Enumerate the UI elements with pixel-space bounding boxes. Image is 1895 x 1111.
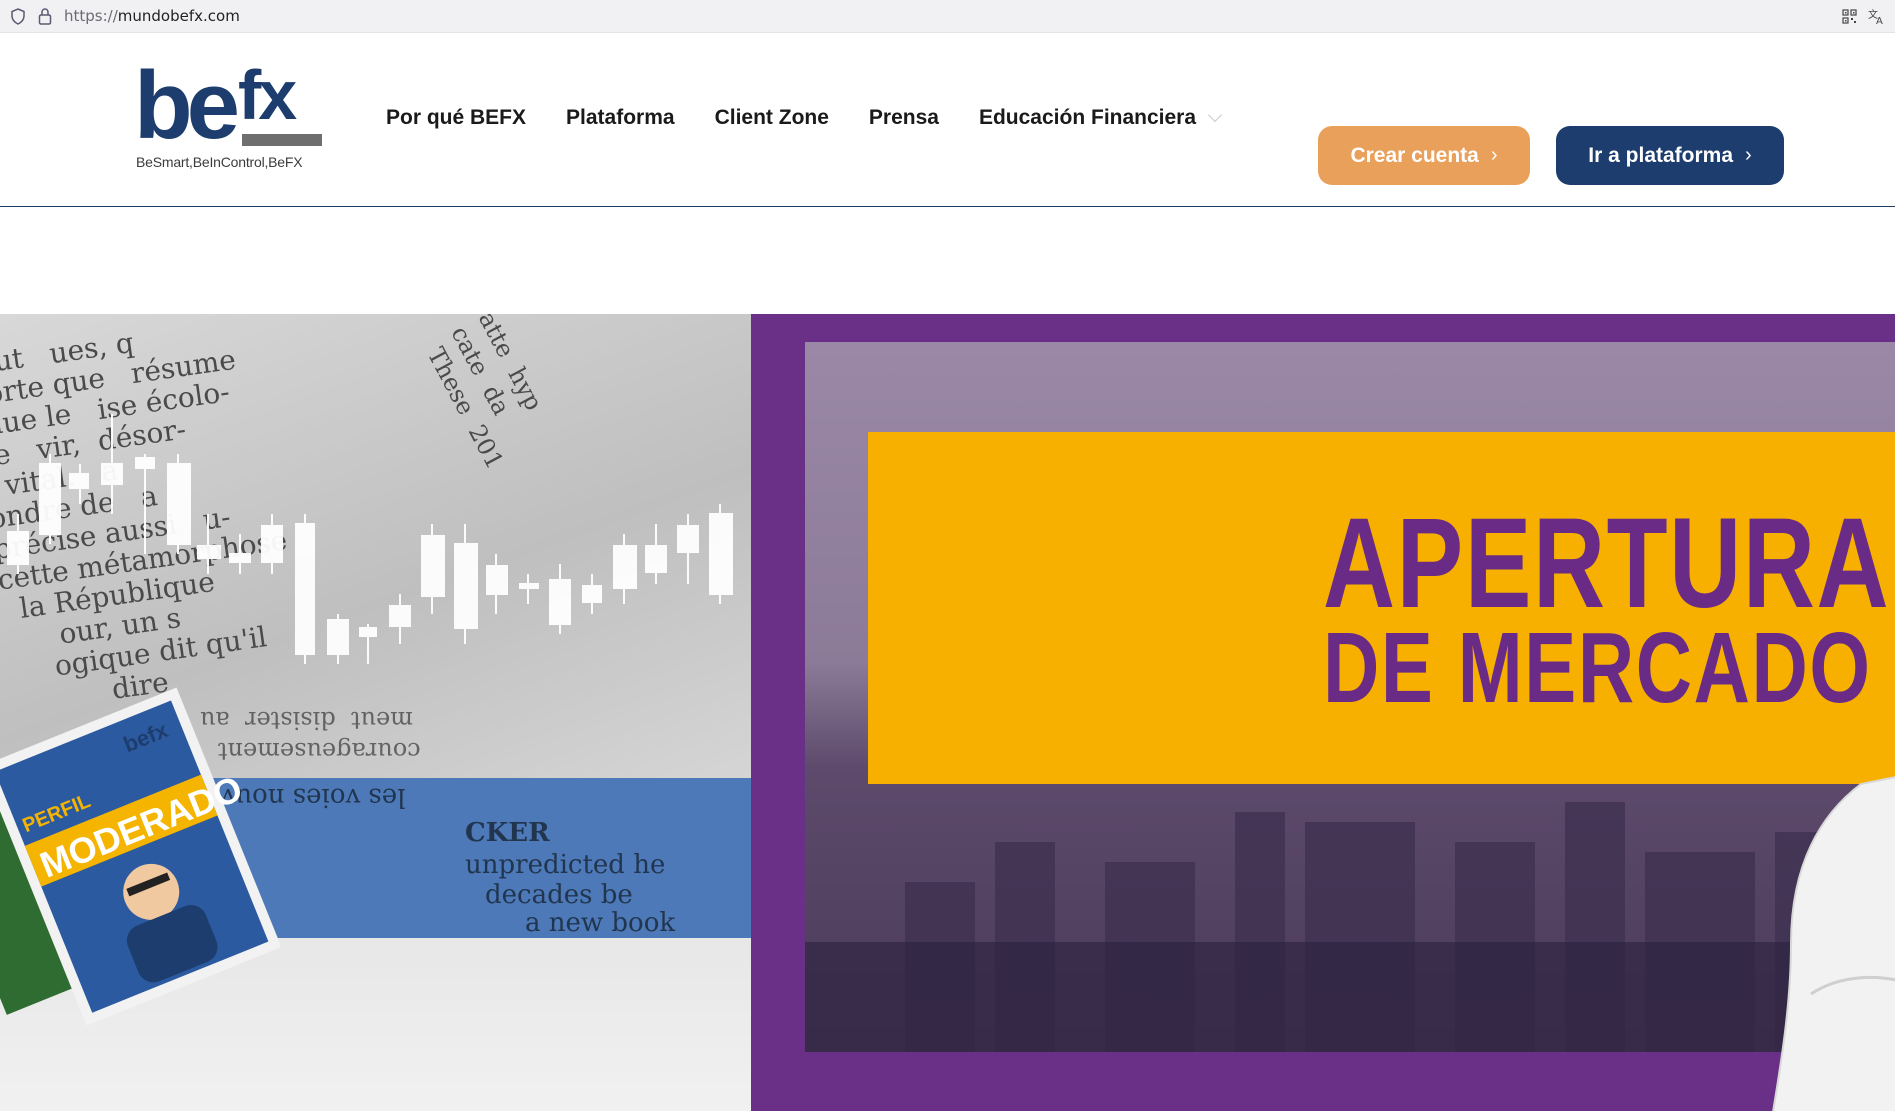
- slide-apertura-de-mercado[interactable]: APERTURA DE MERCADO: [751, 314, 1895, 1111]
- go-to-platform-button[interactable]: Ir a plataforma ›: [1556, 126, 1784, 185]
- nav-por-que-befx[interactable]: Por qué BEFX: [386, 106, 526, 130]
- nav-prensa[interactable]: Prensa: [869, 106, 939, 130]
- hero-slider[interactable]: ut ues, q sorte que résume mue le ise éc…: [0, 314, 1895, 1111]
- main-nav: Por qué BEFX Plataforma Client Zone Pren…: [386, 106, 1260, 130]
- logo-wordmark: be fx: [134, 52, 297, 159]
- person-white-coat-image: [1772, 776, 1895, 1111]
- create-account-label: Crear cuenta: [1350, 143, 1479, 167]
- go-to-platform-label: Ir a plataforma: [1588, 143, 1734, 167]
- nav-plataforma[interactable]: Plataforma: [566, 106, 675, 130]
- lock-icon[interactable]: [38, 7, 52, 25]
- url-protocol: https://: [64, 7, 118, 25]
- logo-tagline: BeSmart,BeInControl,BeFX: [136, 154, 303, 170]
- nav-educacion-financiera-label: Educación Financiera: [978, 106, 1197, 129]
- chevron-right-icon: ›: [1490, 144, 1498, 166]
- browser-url-bar[interactable]: https://mundobefx.com 文 A: [0, 0, 1895, 33]
- chevron-down-icon: [1207, 107, 1223, 123]
- url-host: mundobefx.com: [117, 7, 240, 25]
- site-header: be fx BeSmart,BeInControl,BeFX Por qué BE…: [0, 34, 1895, 207]
- qr-code-icon[interactable]: [1842, 9, 1857, 24]
- translate-icon[interactable]: 文 A: [1868, 7, 1886, 25]
- logo-bar: [242, 134, 322, 146]
- slide-perfil-moderado[interactable]: ut ues, q sorte que résume mue le ise éc…: [0, 314, 751, 1111]
- create-account-button[interactable]: Crear cuenta ›: [1318, 126, 1530, 185]
- shield-icon[interactable]: [10, 8, 26, 25]
- nav-client-zone[interactable]: Client Zone: [715, 106, 829, 130]
- chevron-right-icon: ›: [1745, 144, 1752, 166]
- headline-de-mercado: DE MERCADO: [1323, 612, 1872, 724]
- url-text[interactable]: https://mundobefx.com: [64, 7, 240, 25]
- svg-text:A: A: [1876, 16, 1883, 25]
- headline-apertura: APERTURA: [1323, 492, 1891, 635]
- nav-educacion-financiera[interactable]: Educación Financiera: [978, 106, 1223, 130]
- magazine-cover-image: MODERADO PERFIL befx: [0, 687, 280, 1026]
- befx-logo[interactable]: be fx BeSmart,BeInControl,BeFX: [134, 58, 324, 174]
